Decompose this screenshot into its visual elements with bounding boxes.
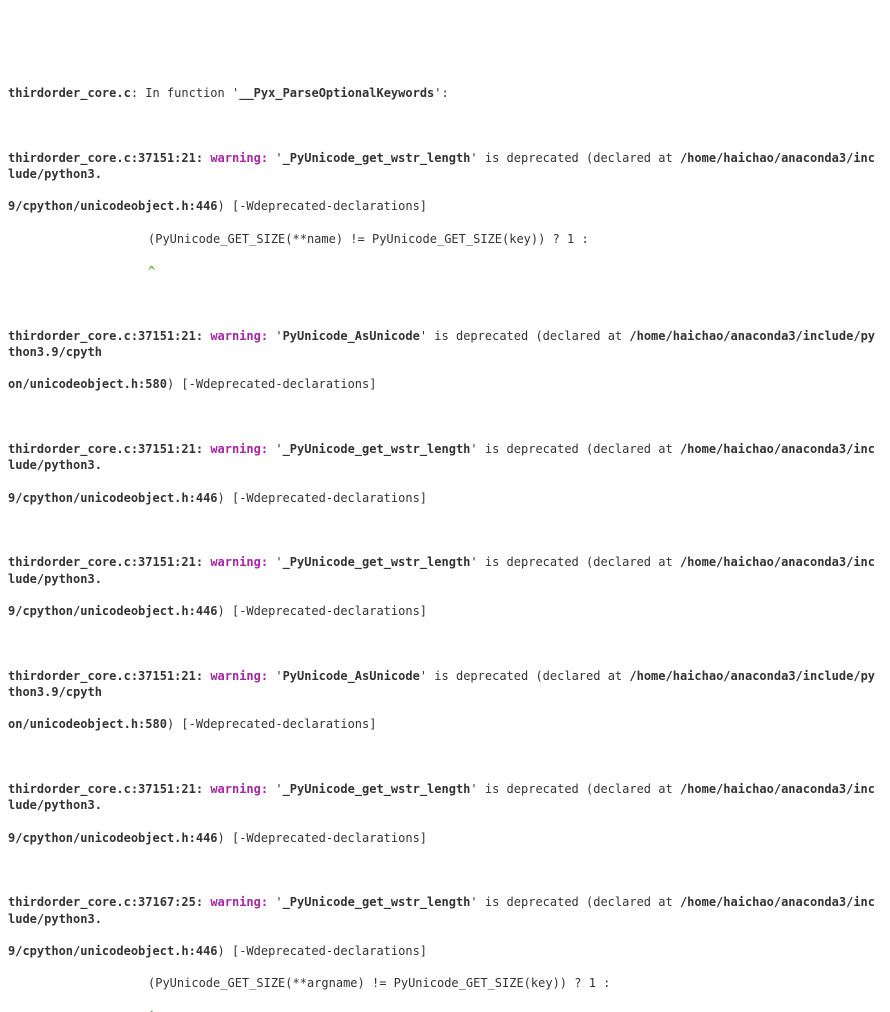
compiler-warning: thirdorder_core.c:37151:21: warning: '_P… [8,554,882,586]
compiler-warning: thirdorder_core.c:37151:21: warning: '_P… [8,150,882,182]
header-continuation: 9/cpython/unicodeobject.h:446) [-Wdeprec… [8,490,882,506]
filename: thirdorder_core.c [8,86,131,100]
header-continuation: 9/cpython/unicodeobject.h:446) [-Wdeprec… [8,943,882,959]
in-function-line: thirdorder_core.c: In function '__Pyx_Pa… [8,85,882,101]
compiler-warning: thirdorder_core.c:37151:21: warning: '_P… [8,441,882,473]
code-excerpt: (PyUnicode_GET_SIZE(**name) != PyUnicode… [8,231,882,247]
caret-marker: ^ [8,1008,882,1012]
header-continuation: 9/cpython/unicodeobject.h:446) [-Wdeprec… [8,198,882,214]
header-continuation: on/unicodeobject.h:580) [-Wdeprecated-de… [8,716,882,732]
compiler-warning: thirdorder_core.c:37167:25: warning: '_P… [8,894,882,926]
compiler-warning: thirdorder_core.c:37151:21: warning: 'Py… [8,328,882,360]
header-continuation: on/unicodeobject.h:580) [-Wdeprecated-de… [8,376,882,392]
header-continuation: 9/cpython/unicodeobject.h:446) [-Wdeprec… [8,830,882,846]
code-excerpt: (PyUnicode_GET_SIZE(**argname) != PyUnic… [8,975,882,991]
caret-marker: ^ [8,263,882,279]
compiler-warning: thirdorder_core.c:37151:21: warning: '_P… [8,781,882,813]
header-continuation: 9/cpython/unicodeobject.h:446) [-Wdeprec… [8,603,882,619]
compiler-warning: thirdorder_core.c:37151:21: warning: 'Py… [8,668,882,700]
